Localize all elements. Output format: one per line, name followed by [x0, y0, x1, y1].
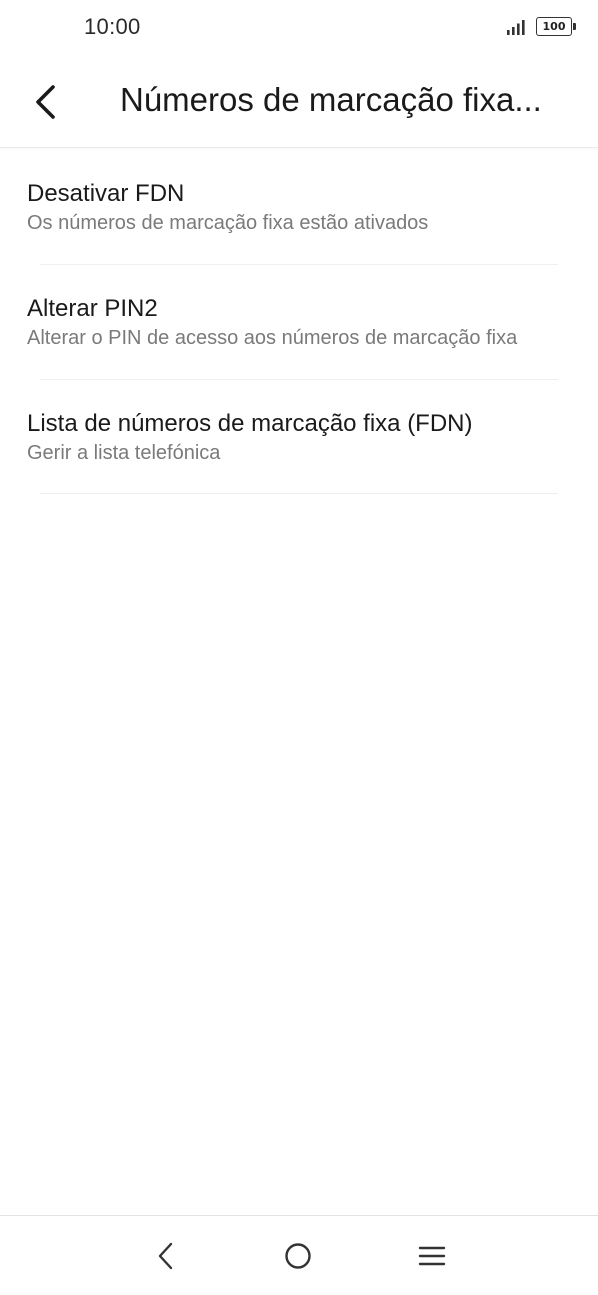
signal-icon [507, 19, 525, 35]
nav-menu-icon [418, 1246, 446, 1266]
nav-home-button[interactable] [276, 1234, 320, 1278]
item-title: Alterar PIN2 [27, 295, 158, 322]
battery-level: 100 [542, 20, 566, 33]
battery-icon: 100 [536, 17, 576, 36]
settings-item-fdn-list[interactable]: Lista de números de marcação fixa (FDN) … [0, 379, 598, 494]
status-icons: 100 [506, 17, 576, 36]
status-time: 10:00 [84, 14, 141, 39]
item-title: Desativar FDN [27, 180, 185, 207]
settings-list: Desativar FDN Os números de marcação fix… [0, 149, 598, 494]
page-title: Números de marcação fixa... [120, 81, 542, 118]
chevron-left-icon [36, 85, 55, 119]
nav-back-button[interactable] [144, 1234, 188, 1278]
settings-item-change-pin2[interactable]: Alterar PIN2 Alterar o PIN de acesso aos… [0, 264, 598, 379]
nav-back-icon [158, 1242, 173, 1270]
back-button[interactable] [22, 78, 70, 126]
item-title: Lista de números de marcação fixa (FDN) [27, 410, 473, 437]
nav-home-icon [285, 1243, 311, 1269]
settings-item-disable-fdn[interactable]: Desativar FDN Os números de marcação fix… [0, 149, 598, 264]
nav-menu-button[interactable] [410, 1234, 454, 1278]
item-subtitle: Os números de marcação fixa estão ativad… [27, 212, 429, 234]
status-bar: 10:00 100 [0, 0, 598, 56]
navigation-bar [0, 1215, 598, 1295]
item-subtitle: Alterar o PIN de acesso aos números de m… [27, 327, 518, 349]
item-subtitle: Gerir a lista telefónica [27, 442, 221, 464]
screen: 10:00 100 Números de marcação fixa... De… [0, 0, 598, 1295]
app-bar: Números de marcação fixa... [0, 56, 598, 148]
